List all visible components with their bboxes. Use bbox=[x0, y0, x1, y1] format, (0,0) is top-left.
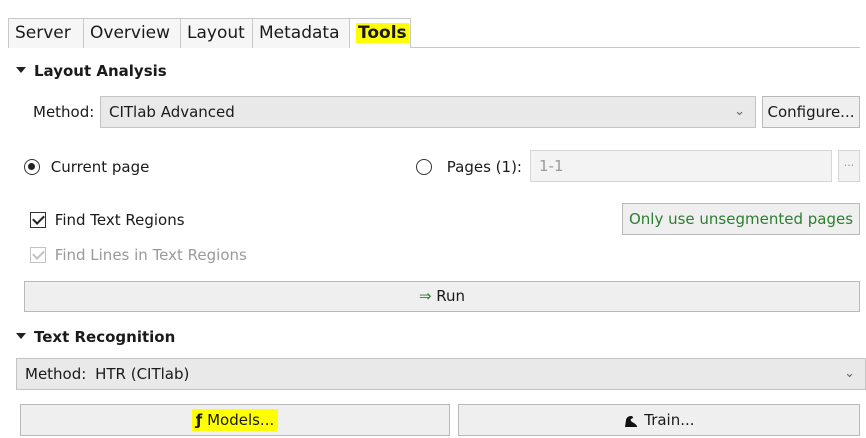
find-lines-checkbox: Find Lines in Text Regions bbox=[30, 245, 247, 264]
collapse-triangle-icon bbox=[16, 333, 26, 339]
la-method-label: Method: bbox=[33, 103, 95, 121]
find-text-regions-label: Find Text Regions bbox=[54, 210, 185, 229]
models-label-highlight: ƒ Models... bbox=[191, 409, 279, 431]
models-button[interactable]: ƒ Models... bbox=[20, 404, 450, 436]
pages-radio[interactable]: Pages (1): bbox=[416, 157, 522, 176]
models-icon: ƒ bbox=[195, 411, 203, 429]
configure-button[interactable]: Configure... bbox=[762, 96, 860, 128]
radio-unselected-icon bbox=[416, 158, 432, 175]
text-recognition-heading[interactable]: Text Recognition bbox=[16, 328, 175, 346]
checkbox-checked-icon bbox=[30, 211, 46, 228]
current-page-radio[interactable]: Current page bbox=[24, 157, 149, 176]
layout-analysis-title: Layout Analysis bbox=[34, 62, 167, 80]
collapse-triangle-icon bbox=[16, 67, 26, 73]
train-label: Train... bbox=[644, 411, 695, 429]
checkbox-disabled-icon bbox=[30, 246, 46, 263]
tr-method-select[interactable]: Method: HTR (CITlab) ⌄ bbox=[16, 358, 866, 390]
la-method-select[interactable]: CITlab Advanced ⌄ bbox=[100, 96, 756, 128]
tab-tools-label: Tools bbox=[356, 23, 409, 43]
chevron-down-icon: ⌄ bbox=[844, 366, 855, 381]
train-arm-icon bbox=[623, 411, 644, 429]
run-button[interactable]: ⇒ Run bbox=[24, 281, 860, 312]
text-recognition-title: Text Recognition bbox=[34, 328, 176, 346]
pages-value: 1-1 bbox=[539, 157, 564, 175]
find-lines-label: Find Lines in Text Regions bbox=[54, 245, 247, 264]
tr-method-label: Method: bbox=[25, 365, 87, 383]
la-method-value: CITlab Advanced bbox=[109, 103, 235, 121]
tab-bar: Server Overview Layout Metadata Tools bbox=[8, 18, 860, 48]
tab-overview[interactable]: Overview bbox=[83, 18, 181, 48]
train-button[interactable]: Train... bbox=[458, 404, 860, 436]
current-page-label: Current page bbox=[50, 157, 150, 176]
pages-input[interactable]: 1-1 bbox=[530, 150, 832, 182]
find-text-regions-checkbox[interactable]: Find Text Regions bbox=[30, 210, 185, 229]
radio-selected-icon bbox=[24, 158, 40, 175]
tab-server[interactable]: Server bbox=[8, 18, 84, 48]
pages-label: Pages (1): bbox=[446, 157, 522, 176]
run-label: Run bbox=[436, 287, 466, 305]
pages-browse-button[interactable]: ... bbox=[838, 150, 860, 182]
run-arrow-icon: ⇒ bbox=[418, 287, 432, 305]
models-label: Models... bbox=[207, 411, 275, 429]
tab-metadata[interactable]: Metadata bbox=[252, 18, 350, 48]
layout-analysis-heading[interactable]: Layout Analysis bbox=[16, 62, 167, 80]
tr-method-value: HTR (CITlab) bbox=[95, 365, 190, 383]
chevron-down-icon: ⌄ bbox=[734, 104, 745, 119]
tab-layout[interactable]: Layout bbox=[180, 18, 253, 48]
tab-tools[interactable]: Tools bbox=[349, 18, 411, 48]
only-unsegmented-button[interactable]: Only use unsegmented pages bbox=[622, 203, 860, 235]
